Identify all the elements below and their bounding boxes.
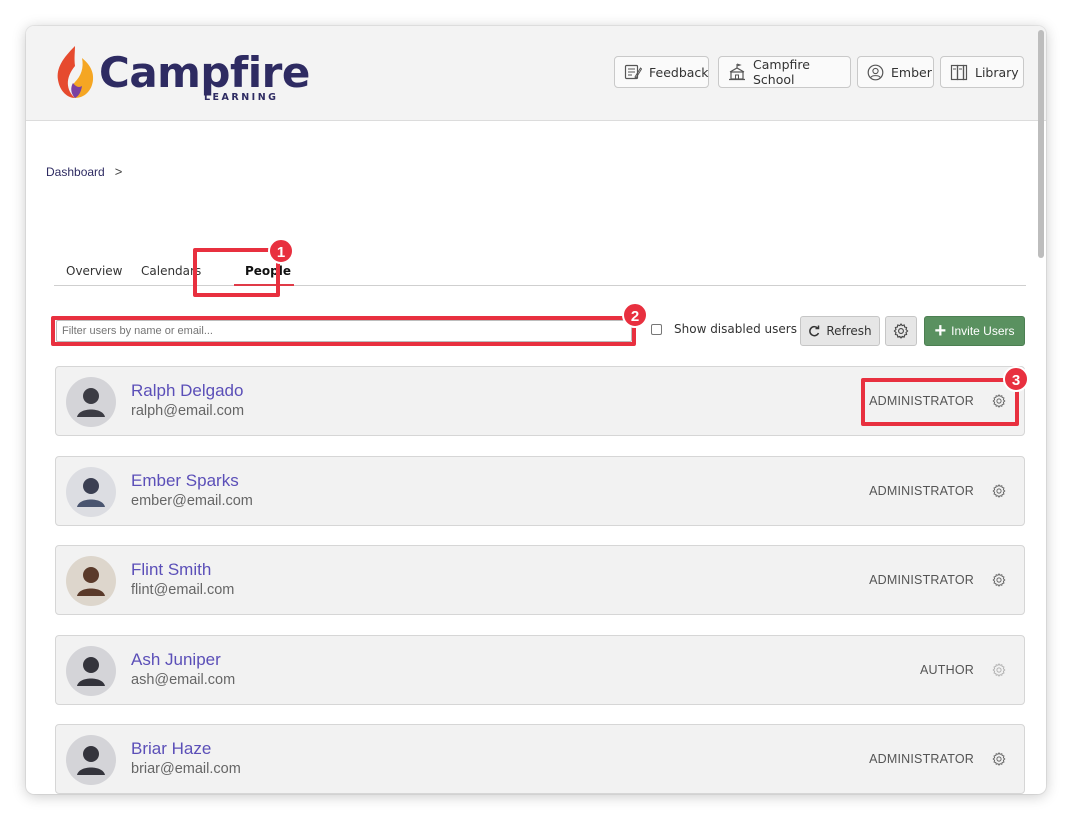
gear-icon[interactable] bbox=[992, 752, 1006, 766]
ember-label: Ember bbox=[891, 64, 932, 80]
user-email: ash@email.com bbox=[131, 672, 236, 688]
avatar bbox=[66, 377, 116, 427]
plus-icon: + bbox=[934, 320, 947, 342]
feedback-icon bbox=[624, 64, 642, 80]
gear-icon[interactable] bbox=[992, 663, 1006, 677]
flame-logo-icon bbox=[57, 46, 94, 98]
library-icon bbox=[950, 64, 968, 80]
user-name-link[interactable]: Flint Smith bbox=[131, 560, 211, 580]
library-button[interactable]: Library bbox=[940, 56, 1024, 88]
invite-users-button[interactable]: + Invite Users bbox=[924, 316, 1025, 346]
invite-users-label: Invite Users bbox=[951, 324, 1015, 338]
user-role: ADMINISTRATOR bbox=[869, 573, 974, 587]
annotation-badge-1: 1 bbox=[268, 238, 294, 264]
scrollbar-thumb[interactable] bbox=[1038, 30, 1044, 258]
user-circle-icon bbox=[867, 64, 884, 80]
annotation-box-role bbox=[861, 378, 1019, 426]
person-silhouette-icon bbox=[66, 646, 116, 696]
campfire-school-button[interactable]: Campfire School bbox=[718, 56, 851, 88]
logo-wordmark: Campfire bbox=[99, 48, 310, 97]
user-role: ADMINISTRATOR bbox=[869, 484, 974, 498]
person-silhouette-icon bbox=[66, 467, 116, 517]
user-name-link[interactable]: Ember Sparks bbox=[131, 471, 239, 491]
person-silhouette-icon bbox=[66, 735, 116, 785]
avatar bbox=[66, 646, 116, 696]
ember-account-button[interactable]: Ember bbox=[857, 56, 934, 88]
app-window: Campfire LEARNING Feedback Campfire Scho… bbox=[26, 26, 1046, 794]
logo-subtitle: LEARNING bbox=[204, 92, 279, 103]
tab-overview[interactable]: Overview bbox=[66, 264, 123, 278]
top-header: Campfire LEARNING Feedback Campfire Scho… bbox=[26, 26, 1046, 121]
settings-button[interactable] bbox=[885, 316, 917, 346]
show-disabled-checkbox[interactable] bbox=[651, 324, 662, 335]
breadcrumb: Dashboard > bbox=[46, 164, 122, 179]
annotation-badge-3: 3 bbox=[1003, 366, 1029, 392]
campfire-school-label: Campfire School bbox=[753, 57, 810, 87]
person-silhouette-icon bbox=[66, 556, 116, 606]
refresh-label: Refresh bbox=[826, 324, 872, 338]
avatar bbox=[66, 556, 116, 606]
chevron-right-icon: > bbox=[114, 164, 123, 179]
user-card[interactable]: Briar Haze briar@email.com ADMINISTRATOR bbox=[55, 724, 1025, 794]
breadcrumb-dashboard-link[interactable]: Dashboard bbox=[46, 165, 105, 179]
show-disabled-label: Show disabled users bbox=[674, 322, 797, 336]
user-card[interactable]: Ash Juniper ash@email.com AUTHOR bbox=[55, 635, 1025, 705]
avatar bbox=[66, 467, 116, 517]
gear-icon[interactable] bbox=[992, 573, 1006, 587]
feedback-button[interactable]: Feedback bbox=[614, 56, 709, 88]
user-card[interactable]: Flint Smith flint@email.com ADMINISTRATO… bbox=[55, 545, 1025, 615]
user-email: ember@email.com bbox=[131, 493, 253, 509]
user-role: AUTHOR bbox=[920, 663, 974, 677]
user-role: ADMINISTRATOR bbox=[869, 752, 974, 766]
user-name-link[interactable]: Ralph Delgado bbox=[131, 381, 243, 401]
annotation-badge-2: 2 bbox=[622, 302, 648, 328]
gear-icon bbox=[893, 323, 909, 339]
user-email: briar@email.com bbox=[131, 761, 241, 777]
user-email: ralph@email.com bbox=[131, 403, 245, 419]
user-name-link[interactable]: Ash Juniper bbox=[131, 650, 221, 670]
campfire-logo[interactable]: Campfire LEARNING bbox=[54, 44, 314, 104]
user-card[interactable]: Ember Sparks ember@email.com ADMINISTRAT… bbox=[55, 456, 1025, 526]
refresh-button[interactable]: Refresh bbox=[800, 316, 880, 346]
person-silhouette-icon bbox=[66, 377, 116, 427]
user-name-link[interactable]: Briar Haze bbox=[131, 739, 211, 759]
gear-icon[interactable] bbox=[992, 484, 1006, 498]
refresh-icon bbox=[809, 325, 820, 337]
school-icon bbox=[729, 63, 745, 81]
library-label: Library bbox=[975, 64, 1019, 80]
user-email: flint@email.com bbox=[131, 582, 235, 598]
feedback-label: Feedback bbox=[649, 64, 709, 80]
annotation-box-filter bbox=[51, 316, 636, 346]
avatar bbox=[66, 735, 116, 785]
annotation-box-people-tab bbox=[193, 248, 280, 297]
